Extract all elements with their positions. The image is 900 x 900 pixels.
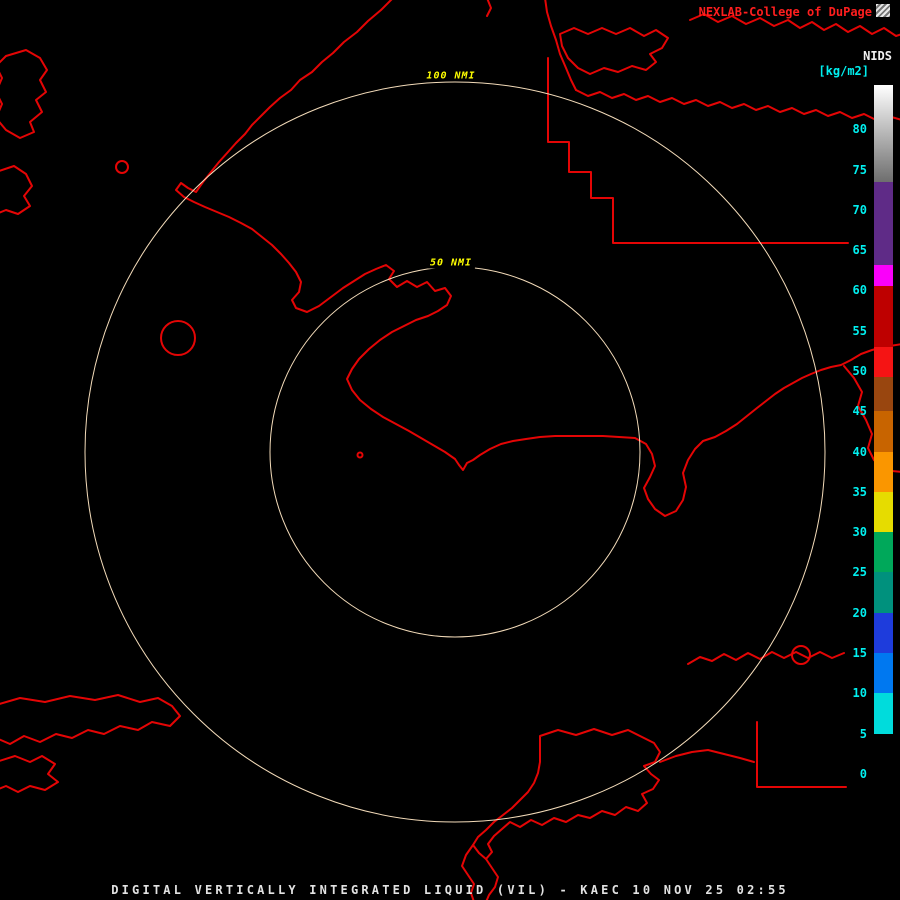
delta-south: [472, 728, 661, 860]
colorbar-segment: [874, 451, 893, 492]
colorbar-segment: [874, 85, 893, 182]
coastline-southeast: [659, 749, 755, 763]
product-caption: DIGITAL VERTICALLY INTEGRATED LIQUID (VI…: [111, 883, 789, 897]
island-southwest-2: [0, 755, 59, 793]
islet-west: [160, 320, 196, 356]
colorbar-segment: [874, 733, 893, 790]
colorbar-segment: [874, 572, 893, 613]
units-label: [kg/m2]: [818, 64, 869, 78]
radar-display: 100 NMI 50 NMI NEXLAB-College of DuPage …: [0, 0, 900, 900]
island-northwest: [0, 49, 48, 139]
county-border-northeast: [547, 57, 849, 244]
river-north: [544, 0, 577, 91]
island-southwest-1: [0, 694, 181, 745]
range-rings: [84, 81, 826, 823]
colorbar-segment: [874, 491, 893, 533]
islet-center: [356, 451, 364, 459]
colorbar-segment: [874, 653, 893, 694]
island-northeast: [559, 27, 669, 75]
colorbar-segment: [874, 346, 893, 377]
colorbar: [874, 85, 893, 790]
range-ring-label-100nmi: 100 NMI: [423, 70, 479, 82]
colorbar-segment: [874, 411, 893, 452]
product-code-label: NIDS: [863, 49, 892, 63]
colorbar-segment: [874, 264, 893, 287]
colorbar-segment: [874, 181, 893, 265]
coastline-northeast: [575, 89, 900, 121]
county-border-southeast: [756, 721, 847, 788]
nexlab-brand-text: NEXLAB-College of DuPage: [698, 5, 872, 19]
river-north-notch: [486, 0, 492, 17]
colorbar-segment: [874, 376, 893, 412]
radar-map-canvas: [0, 0, 900, 900]
coastline-main: [175, 0, 900, 517]
colorbar-segment: [874, 532, 893, 573]
islet-west-small: [115, 160, 129, 174]
colorbar-segment: [874, 286, 893, 347]
colorbar-segment: [874, 612, 893, 654]
cod-logo-icon: [876, 4, 890, 17]
range-ring-50nmi: [269, 266, 641, 638]
colorbar-segment: [874, 693, 893, 734]
range-ring-label-50nmi: 50 NMI: [426, 257, 476, 269]
map-outlines: [0, 0, 900, 900]
squiggle-southeast: [687, 651, 845, 665]
island-west: [0, 165, 33, 215]
range-ring-100nmi: [84, 81, 826, 823]
